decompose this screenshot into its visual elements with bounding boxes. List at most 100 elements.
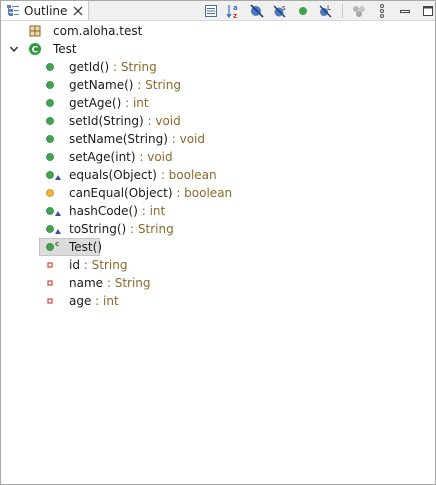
member-type-separator: : [109, 60, 121, 74]
member-type: String [91, 258, 128, 272]
tree-item-member[interactable]: canEqual(Object) : boolean [1, 184, 435, 202]
package-label: com.aloha.test [53, 24, 143, 38]
public-method-icon [46, 117, 54, 125]
member-label: hashCode() : int [69, 202, 165, 220]
sort-button[interactable]: a z [226, 3, 242, 19]
member-label: getName() : String [69, 76, 181, 94]
tree-item-member[interactable]: setAge(int) : void [1, 148, 435, 166]
private-field-icon [47, 280, 53, 286]
view-toolbar: a z s L [203, 1, 436, 20]
member-label: equals(Object) : boolean [69, 166, 217, 184]
member-label: name : String [69, 274, 151, 292]
member-name: getId() [69, 60, 110, 74]
override-method-icon [46, 225, 61, 234]
member-name: setName(String) [69, 132, 168, 146]
override-method-icon [46, 207, 61, 216]
member-type: void [155, 114, 181, 128]
tree-item-package[interactable]: com.aloha.test [1, 22, 435, 40]
svg-text:c: c [55, 240, 59, 248]
hide-fields-button[interactable] [249, 3, 265, 19]
member-label: canEqual(Object) : boolean [69, 184, 232, 202]
member-type-separator: : [103, 276, 115, 290]
package-icon [29, 25, 41, 37]
tab-outline[interactable]: Outline [1, 1, 89, 20]
member-name: canEqual(Object) [69, 186, 173, 200]
hide-local-types-button[interactable]: L [318, 3, 334, 19]
tree-item-member[interactable]: c Test() [1, 238, 435, 256]
member-label: setAge(int) : void [69, 148, 173, 166]
class-label: Test [53, 42, 77, 56]
member-type-separator: : [172, 186, 185, 200]
member-label: getAge() : int [69, 94, 149, 112]
hide-static-button[interactable]: s [272, 3, 288, 19]
member-type: void [179, 132, 205, 146]
chevron-down-icon[interactable] [9, 44, 19, 54]
member-name: age [69, 294, 92, 308]
member-type: int [103, 294, 119, 308]
tree-item-member[interactable]: age : int [1, 292, 435, 310]
svg-text:a: a [233, 4, 238, 12]
outline-view: Outline a z s L com.aloha.test C Test ge… [0, 0, 436, 485]
member-type-separator: : [126, 222, 138, 236]
toolbar-separator [342, 3, 343, 18]
member-type-separator: : [135, 150, 148, 164]
tree-item-member[interactable]: id : String [1, 256, 435, 274]
member-type-separator: : [91, 294, 104, 308]
member-type: boolean [168, 168, 217, 182]
member-name: equals(Object) [69, 168, 157, 182]
svg-text:L: L [327, 4, 331, 12]
view-menu-button[interactable] [374, 3, 390, 19]
tree-item-class[interactable]: C Test [1, 40, 435, 58]
outline-icon [7, 4, 19, 16]
member-type: boolean [184, 186, 233, 200]
member-name: setAge(int) [69, 150, 136, 164]
svg-text:z: z [233, 12, 237, 19]
minimize-button[interactable] [397, 3, 413, 19]
member-label: id : String [69, 256, 127, 274]
member-type: void [147, 150, 173, 164]
member-label: Test() [69, 238, 102, 256]
member-label: getId() : String [69, 58, 157, 76]
maximize-button[interactable] [420, 3, 436, 19]
member-name: getAge() [69, 96, 122, 110]
member-type: String [114, 276, 151, 290]
private-field-icon [47, 262, 53, 268]
tree-item-member[interactable]: getId() : String [1, 58, 435, 76]
tree-item-member[interactable]: setId(String) : void [1, 112, 435, 130]
constructor-icon: c [46, 240, 59, 251]
hide-static-icon: s [273, 4, 286, 18]
member-type-separator: : [167, 132, 180, 146]
tree-item-member[interactable]: setName(String) : void [1, 130, 435, 148]
close-icon[interactable] [73, 6, 83, 16]
focus-button[interactable] [351, 3, 367, 19]
sort-alphabetically-icon: a z [226, 4, 238, 19]
tree-item-member[interactable]: name : String [1, 274, 435, 292]
hide-fields-icon [250, 3, 264, 18]
collapse-all-icon [205, 4, 217, 17]
class-icon: C [29, 43, 41, 56]
private-field-icon [47, 298, 53, 304]
member-type-separator: : [121, 96, 133, 110]
member-type-separator: : [137, 204, 150, 218]
member-name: getName() [69, 78, 134, 92]
member-name: hashCode() [69, 204, 138, 218]
tree-item-member[interactable]: getAge() : int [1, 94, 435, 112]
tree-item-member[interactable]: getName() : String [1, 76, 435, 94]
member-label: toString() : String [69, 220, 174, 238]
svg-text:C: C [32, 46, 39, 56]
protected-method-icon [46, 189, 54, 197]
member-name: toString() [69, 222, 127, 236]
hide-non-public-button[interactable] [295, 3, 311, 19]
tree-item-member[interactable]: toString() : String [1, 220, 435, 238]
maximize-icon [423, 5, 433, 16]
tree-item-member[interactable]: equals(Object) : boolean [1, 166, 435, 184]
svg-text:s: s [282, 4, 286, 12]
member-type-separator: : [157, 168, 169, 182]
collapse-all-button[interactable] [203, 3, 219, 19]
member-type: String [137, 222, 174, 236]
focus-icon [353, 5, 365, 17]
hide-non-public-icon [299, 6, 307, 15]
tree-item-member[interactable]: hashCode() : int [1, 202, 435, 220]
minimize-icon [400, 9, 410, 13]
member-label: setId(String) : void [69, 112, 181, 130]
